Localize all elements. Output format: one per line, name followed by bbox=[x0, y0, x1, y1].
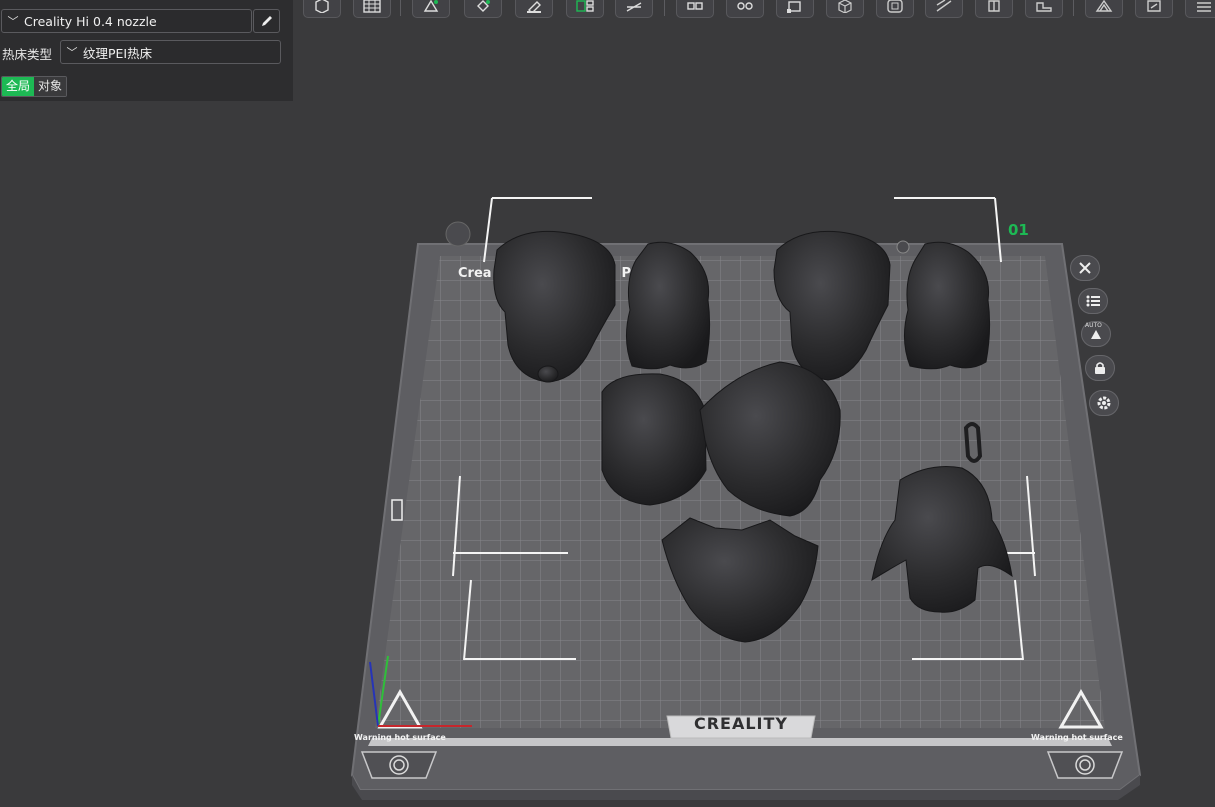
scope-object-button[interactable]: 对象 bbox=[34, 77, 67, 96]
close-icon bbox=[1079, 262, 1091, 274]
plate-index: 01 bbox=[1008, 221, 1029, 239]
tb-split-parts-button[interactable] bbox=[726, 0, 764, 18]
tb-support-paint-button[interactable] bbox=[925, 0, 963, 18]
warning-label-right: Warning hot surface bbox=[1031, 733, 1123, 742]
settings-icon bbox=[1097, 396, 1111, 410]
lock-icon bbox=[1095, 362, 1105, 374]
cube-icon bbox=[315, 0, 329, 13]
tb-assembly-button[interactable] bbox=[1085, 0, 1123, 18]
auto-label: AUTO bbox=[1085, 322, 1102, 329]
view-cube-icon bbox=[838, 0, 852, 13]
plate-list-button[interactable] bbox=[1078, 288, 1108, 314]
bed-type-value: 纹理PEI热床 bbox=[83, 45, 153, 61]
edit-printer-button[interactable] bbox=[253, 9, 280, 33]
chevron-down-icon: ﹀ bbox=[66, 46, 78, 59]
tb-grid-button[interactable] bbox=[353, 0, 391, 18]
tb-auto-orient-button[interactable] bbox=[412, 0, 450, 18]
auto-orient-icon bbox=[423, 0, 439, 12]
list-icon bbox=[1086, 295, 1100, 307]
pencil-icon bbox=[261, 16, 272, 26]
hollow-icon bbox=[887, 0, 903, 13]
tb-seam-button[interactable] bbox=[975, 0, 1013, 18]
text-icon bbox=[1147, 0, 1161, 12]
tb-paint-button[interactable] bbox=[515, 0, 553, 18]
paint-icon bbox=[527, 1, 541, 13]
tb-cut-button[interactable] bbox=[615, 0, 653, 18]
tb-arrange-button[interactable] bbox=[566, 0, 604, 18]
plate-title[interactable]: Crea P bbox=[458, 266, 631, 281]
close-plate-button[interactable] bbox=[1070, 255, 1100, 281]
tb-rotate-button[interactable] bbox=[464, 0, 502, 18]
tb-split-objects-button[interactable] bbox=[676, 0, 714, 18]
printer-select[interactable]: ﹀ Creality Hi 0.4 nozzle bbox=[1, 9, 252, 33]
tb-more-button[interactable] bbox=[1185, 0, 1215, 18]
chevron-down-icon: ﹀ bbox=[7, 15, 19, 28]
arrange-icon bbox=[576, 0, 594, 12]
lock-plate-button[interactable] bbox=[1085, 355, 1115, 381]
tb-hollow-button[interactable] bbox=[876, 0, 914, 18]
tb-view-cube-button[interactable] bbox=[826, 0, 864, 18]
measure-icon bbox=[1036, 2, 1052, 12]
brand-logo: CREALITY bbox=[693, 714, 789, 733]
warning-label-left: Warning hot surface bbox=[354, 733, 446, 742]
support-paint-icon bbox=[936, 0, 952, 12]
bed-type-select[interactable]: ﹀ 纹理PEI热床 bbox=[60, 40, 281, 64]
tb-text-button[interactable] bbox=[1135, 0, 1173, 18]
cut-icon bbox=[626, 2, 642, 12]
plate-settings-button[interactable] bbox=[1089, 390, 1119, 416]
seam-icon bbox=[988, 0, 1000, 12]
settings-scope-toggle: 全局 对象 bbox=[1, 76, 68, 97]
plate-edit-icon[interactable] bbox=[445, 221, 471, 247]
assembly-icon bbox=[1095, 0, 1113, 12]
tb-measure-button[interactable] bbox=[1025, 0, 1063, 18]
scale-icon bbox=[787, 1, 801, 13]
printer-select-value: Creality Hi 0.4 nozzle bbox=[24, 13, 157, 29]
split-objects-icon bbox=[687, 2, 703, 10]
plate-settings-icon[interactable] bbox=[896, 240, 910, 254]
scope-global-button[interactable]: 全局 bbox=[2, 77, 35, 96]
tb-add-cube-button[interactable] bbox=[303, 0, 341, 18]
more-icon bbox=[1197, 2, 1211, 12]
rotate-icon bbox=[477, 0, 490, 12]
split-parts-icon bbox=[737, 2, 753, 10]
settings-panel: ﹀ Creality Hi 0.4 nozzle 热床类型 ﹀ 纹理PEI热床 … bbox=[0, 0, 293, 101]
build-plate-viewport[interactable] bbox=[0, 0, 1215, 807]
bed-type-label: 热床类型 bbox=[2, 47, 53, 62]
grid-icon bbox=[363, 0, 381, 13]
auto-orient-icon bbox=[1091, 330, 1101, 339]
tb-scale-button[interactable] bbox=[776, 0, 814, 18]
